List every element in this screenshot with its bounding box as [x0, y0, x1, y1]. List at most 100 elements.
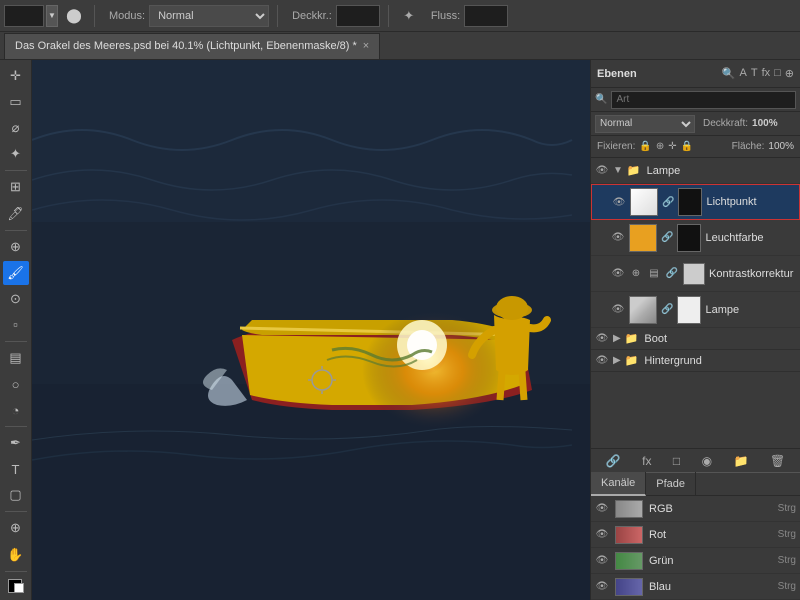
blend-mode-select[interactable]: Normal	[595, 115, 695, 133]
lampe-group-visibility[interactable]: 👁	[595, 164, 609, 178]
layer-kontrastkorrektur[interactable]: 👁 ⊕ ▤ 🔗 Kontrastkorrektur	[591, 256, 800, 292]
fix-icon-1[interactable]: 🔒	[639, 141, 651, 152]
panel-a-icon[interactable]: A	[739, 67, 746, 80]
hintergrund-group-folder-icon: 📁	[625, 354, 639, 367]
hintergrund-group-chevron-icon: ▶	[613, 355, 621, 366]
panel-fx-bottom-icon[interactable]: fx	[642, 454, 651, 468]
tab-pfade[interactable]: Pfade	[646, 472, 696, 496]
channel-rot[interactable]: 👁 Rot Strg	[591, 522, 800, 548]
marquee-tool[interactable]: ▭	[3, 90, 29, 114]
document-tab-title: Das Orakel des Meeres.psd bei 40.1% (Lic…	[15, 40, 357, 52]
tool-sep-6	[5, 571, 27, 572]
top-toolbar: 113 ▼ ⬤ Modus: Normal Deckkr.: 100% ✦ Fl…	[0, 0, 800, 32]
channel-rot-shortcut: Strg	[778, 529, 796, 540]
leuchtfarbe-visibility[interactable]: 👁	[611, 231, 625, 245]
eyedropper-tool[interactable]: 🖊	[3, 201, 29, 225]
blur-tool[interactable]: ○	[3, 372, 29, 396]
channel-rgb-thumb	[615, 500, 643, 518]
channel-blau-visibility[interactable]: 👁	[595, 580, 609, 594]
channel-grun-visibility[interactable]: 👁	[595, 554, 609, 568]
fix-icon-2[interactable]: ⊕	[656, 141, 664, 152]
clone-tool[interactable]: ⊙	[3, 287, 29, 311]
kontrastkorrektur-visibility[interactable]: 👁	[611, 267, 625, 281]
lichtpunkt-thumb	[630, 188, 658, 216]
panel-search-icon[interactable]: 🔍	[722, 67, 736, 80]
layer-group-boot-header[interactable]: 👁 ▶ 📁 Boot	[591, 328, 800, 350]
brush-preset-icon[interactable]: ⬤	[62, 4, 86, 28]
fix-icon-3[interactable]: ✛	[668, 141, 676, 152]
foreground-color-swatch[interactable]	[5, 576, 27, 596]
panel-delete-icon[interactable]: 🗑	[770, 454, 785, 468]
hand-tool[interactable]: ✋	[3, 542, 29, 566]
shape-tool[interactable]: ▢	[3, 483, 29, 507]
fixieren-label: Fixieren:	[597, 141, 635, 152]
opacity-value: 100%	[752, 118, 778, 129]
panel-fx-icon[interactable]: fx	[762, 67, 771, 80]
lampe-group-name: Lampe	[647, 165, 796, 177]
channel-rgb-shortcut: Strg	[778, 503, 796, 514]
dodge-tool[interactable]: ◔	[3, 398, 29, 422]
gradient-tool[interactable]: ▤	[3, 346, 29, 370]
lichtpunkt-visibility[interactable]: 👁	[612, 195, 626, 209]
crop-tool[interactable]: ⊞	[3, 175, 29, 199]
layers-search-input[interactable]	[611, 91, 796, 109]
tool-sep-2	[5, 230, 27, 231]
lampe-child-mask-thumb	[677, 296, 701, 324]
boot-group-visibility[interactable]: 👁	[595, 332, 609, 346]
zoom-tool[interactable]: ⊕	[3, 516, 29, 540]
panel-new-fill-icon[interactable]: □	[673, 454, 680, 468]
flaeche-label: Fläche:	[732, 141, 765, 152]
channel-grun[interactable]: 👁 Grün Strg	[591, 548, 800, 574]
modus-select[interactable]: Normal	[149, 5, 269, 27]
document-tab[interactable]: Das Orakel des Meeres.psd bei 40.1% (Lic…	[4, 33, 380, 59]
layer-leuchtfarbe[interactable]: 👁 🔗 Leuchtfarbe	[591, 220, 800, 256]
layer-lichtpunkt[interactable]: 👁 🔗 Lichtpunkt	[591, 184, 800, 220]
layer-group-lampe-header[interactable]: 👁 ▼ 📁 Lampe	[591, 158, 800, 184]
lampe-group-chevron-icon: ▼	[613, 165, 623, 176]
layers-panel-title: Ebenen	[597, 68, 637, 80]
fix-icon-4[interactable]: 🔒	[681, 141, 693, 152]
boot-group-name: Boot	[644, 333, 796, 345]
channel-rgb-visibility[interactable]: 👁	[595, 502, 609, 516]
channel-blau[interactable]: 👁 Blau Strg	[591, 574, 800, 600]
opacity-input[interactable]: 100%	[336, 5, 380, 27]
lampe-group-folder-icon: 📁	[627, 164, 641, 177]
panel-link-icon[interactable]: 🔗	[606, 454, 621, 468]
separator-3	[388, 5, 389, 27]
leuchtfarbe-mask-thumb	[677, 224, 701, 252]
channels-tab-bar: Kanäle Pfade	[591, 472, 800, 496]
tab-close-button[interactable]: ×	[363, 40, 369, 52]
channel-rgb[interactable]: 👁 RGB Strg	[591, 496, 800, 522]
text-tool[interactable]: T	[3, 457, 29, 481]
magic-wand-tool[interactable]: ✦	[3, 142, 29, 166]
panel-add-icon[interactable]: ⊕	[785, 67, 794, 80]
eraser-tool[interactable]: ▫	[3, 313, 29, 337]
airbrush-btn[interactable]: ✦	[397, 4, 421, 28]
layer-lampe-child[interactable]: 👁 🔗 Lampe	[591, 292, 800, 328]
healing-tool[interactable]: ⊕	[3, 235, 29, 259]
panel-adjustment-icon[interactable]: ◉	[702, 454, 712, 468]
tab-kanale[interactable]: Kanäle	[591, 472, 646, 496]
brush-size-input[interactable]: 113	[4, 5, 44, 27]
layer-group-hintergrund-header[interactable]: 👁 ▶ 📁 Hintergrund	[591, 350, 800, 372]
brush-tool[interactable]: 🖌	[3, 261, 29, 285]
separator-1	[94, 5, 95, 27]
channel-rot-visibility[interactable]: 👁	[595, 528, 609, 542]
channel-grun-name: Grün	[649, 555, 772, 567]
right-panel: Ebenen 🔍 A T fx □ ⊕ 🔍 Normal Deckkraft: …	[590, 60, 800, 600]
kontrastkorrektur-adj-icon: ▤	[647, 268, 661, 279]
lampe-child-visibility[interactable]: 👁	[611, 303, 625, 317]
channel-blau-thumb	[615, 578, 643, 596]
fluss-input[interactable]: 100%	[464, 5, 508, 27]
hintergrund-group-visibility[interactable]: 👁	[595, 354, 609, 368]
panel-t-icon[interactable]: T	[751, 67, 758, 80]
panel-new-group-icon[interactable]: 📁	[734, 454, 749, 468]
pen-tool[interactable]: ✒	[3, 431, 29, 455]
move-tool[interactable]: ✛	[3, 64, 29, 88]
channel-rot-thumb	[615, 526, 643, 544]
lasso-tool[interactable]: ⌀	[3, 116, 29, 140]
canvas-area[interactable]	[32, 60, 590, 600]
panel-rect-icon[interactable]: □	[774, 67, 781, 80]
brush-size-arrow[interactable]: ▼	[46, 5, 58, 27]
deckr-label: Deckkr.:	[292, 10, 332, 22]
